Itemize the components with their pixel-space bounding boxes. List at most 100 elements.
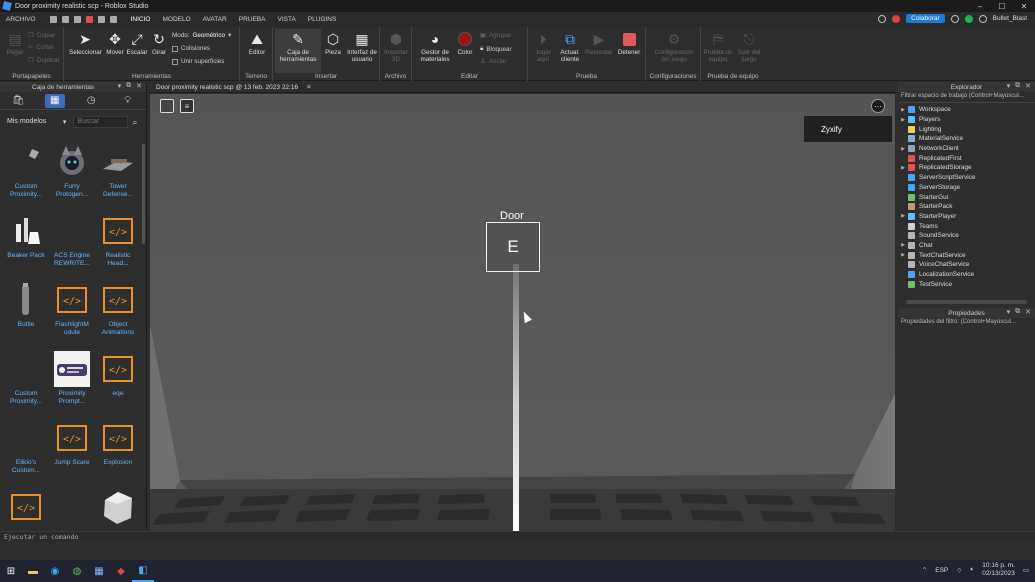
stop-icon[interactable]	[85, 16, 93, 23]
select-button[interactable]: ➤ Seleccionar	[69, 31, 102, 57]
explorer-item[interactable]: TestService	[898, 279, 1035, 289]
resume-button[interactable]: ▶ Reanudar	[584, 31, 614, 57]
menu-archivo[interactable]: ARCHIVO	[0, 12, 42, 27]
explorer-item[interactable]: Teams	[898, 221, 1035, 231]
toolbox-item[interactable]: </>	[4, 488, 48, 528]
toolbox-item[interactable]: </> eqe	[96, 350, 140, 398]
toolbox-item[interactable]: Custom Proximity...	[4, 143, 48, 198]
close-icon[interactable]: ✕	[1025, 308, 1031, 316]
explorer-item[interactable]: ▶ NetworkClient	[898, 144, 1035, 154]
lock-button[interactable]: 🔒︎ Bloquear	[480, 45, 512, 53]
move-button[interactable]: ✥ Mover	[104, 31, 126, 57]
expand-arrow-icon[interactable]: ▶	[898, 146, 908, 152]
cut-button[interactable]: ✂ Cortar	[28, 44, 54, 51]
roblox-player-icon[interactable]: ◆	[110, 560, 132, 582]
tab-inicio[interactable]: INICIO	[125, 12, 157, 27]
toolbox-item[interactable]: Custom Proximity...	[4, 350, 48, 405]
clock[interactable]: 10:16 p. m. 02/13/2023	[982, 562, 1015, 578]
search-icon[interactable]: ⌕	[132, 117, 142, 127]
dropdown-icon[interactable]: ▾	[1007, 308, 1011, 316]
explorer-item[interactable]: ▶ ReplicatedStorage	[898, 163, 1035, 173]
toolbox-item[interactable]: </> Jump Scare	[50, 419, 94, 467]
explorer-item[interactable]: StarterGui	[898, 192, 1035, 202]
tab-prueba[interactable]: PRUEBA	[233, 12, 272, 27]
explorer-item[interactable]: ▶ Workspace	[898, 105, 1035, 115]
roblox-studio-taskbar-icon[interactable]: ◧	[132, 560, 154, 582]
tab-vista[interactable]: VISTA	[271, 12, 301, 27]
collisions-toggle[interactable]: Colisiones	[172, 45, 210, 52]
file-explorer-icon[interactable]: ▬	[22, 560, 44, 582]
color-button[interactable]: Color	[454, 31, 476, 56]
toolbox-item[interactable]: </> Explosion	[96, 419, 140, 467]
terrain-editor-button[interactable]: ⛰ Editor	[245, 31, 269, 57]
game-settings-button[interactable]: ⚙ Configuración del juego	[650, 31, 698, 64]
more-options-icon[interactable]: ⋯	[871, 99, 885, 113]
team-test-button[interactable]: ⛿ Prueba de equipo	[703, 31, 733, 64]
toolbox-item[interactable]	[96, 488, 140, 528]
tab-avatar[interactable]: AVATAR	[197, 12, 233, 27]
expand-arrow-icon[interactable]: ▶	[898, 107, 908, 113]
toolbox-item[interactable]: Elikio's Custom...	[4, 419, 48, 474]
stop-button[interactable]: Detener	[614, 31, 644, 56]
explorer-item[interactable]: SoundService	[898, 231, 1035, 241]
language-indicator[interactable]: ESP	[935, 567, 948, 574]
explorer-item[interactable]: ServerScriptService	[898, 173, 1035, 183]
publish-icon[interactable]	[73, 16, 81, 23]
join-surfaces-toggle[interactable]: Unir superficies	[172, 58, 224, 65]
save-icon[interactable]	[49, 16, 57, 23]
toolbox-item[interactable]: Beaker Pack	[4, 212, 48, 260]
dropdown-icon[interactable]: ▾	[118, 82, 122, 90]
collaborate-button[interactable]: Colaborar	[906, 14, 945, 23]
notification-icon[interactable]	[892, 14, 901, 23]
properties-filter-input[interactable]: Propiedades del filtro: (Control+Mayúscu…	[898, 318, 1035, 329]
float-icon[interactable]: ⧉	[1015, 308, 1020, 316]
toolbox-button[interactable]: ✎ Caja de herramientas	[275, 29, 321, 73]
toolbox-item[interactable]: </> Object Animations	[96, 281, 140, 336]
scale-button[interactable]: ⤢ Escalar	[126, 31, 148, 57]
undo-icon[interactable]	[97, 16, 105, 23]
username[interactable]: Bullet_Blast	[993, 15, 1027, 22]
help-icon[interactable]	[878, 14, 887, 23]
material-manager-button[interactable]: ◕ Gestor de materiales	[416, 31, 454, 64]
share-icon[interactable]	[978, 14, 987, 23]
explorer-item[interactable]: Lighting	[898, 124, 1035, 134]
float-icon[interactable]: ⧉	[126, 82, 131, 90]
part-button[interactable]: ⬡ Pieza	[323, 31, 343, 57]
expand-arrow-icon[interactable]: ▶	[898, 213, 908, 219]
explorer-item[interactable]: ▶ TextChatService	[898, 250, 1035, 260]
toolbox-item[interactable]: Tower Defense...	[96, 143, 140, 198]
expand-arrow-icon[interactable]: ▶	[898, 165, 908, 171]
view-selector-icon[interactable]	[160, 99, 174, 113]
rotate-button[interactable]: ↻ Girar	[148, 31, 170, 57]
anchor-button[interactable]: ⚓︎ Anclar	[480, 58, 507, 65]
explorer-item[interactable]: ReplicatedFirst	[898, 153, 1035, 163]
category-dropdown[interactable]: Mis modelos ▾	[4, 115, 70, 128]
expand-arrow-icon[interactable]: ▶	[898, 242, 908, 248]
marketplace-tab-icon[interactable]: 🛍︎	[8, 94, 28, 108]
chrome-icon[interactable]: ◍	[66, 560, 88, 582]
float-icon[interactable]: ⧉	[1015, 82, 1020, 90]
toolbox-item[interactable]: Proximity Prompt...	[50, 350, 94, 405]
mode-select[interactable]: Modo: Geométrico ▾	[172, 32, 231, 39]
maximize-button[interactable]: ☐	[991, 0, 1013, 12]
close-window-button[interactable]: ✕	[1013, 0, 1035, 12]
3d-viewport[interactable]: ≡ ⋯ Zyxify Door E	[150, 94, 895, 531]
explorer-item[interactable]: ServerStorage	[898, 183, 1035, 193]
creations-tab-icon[interactable]: 💡︎	[118, 94, 138, 108]
volume-icon[interactable]: 🔈︎	[970, 566, 974, 574]
command-bar[interactable]: Ejecutar un comando	[0, 531, 1035, 542]
play-here-button[interactable]: ⏵ Jugar aquí	[530, 31, 556, 64]
explorer-item[interactable]: LocalizationService	[898, 270, 1035, 280]
proximity-prompt[interactable]: E	[486, 222, 540, 272]
calculator-icon[interactable]: ▦	[88, 560, 110, 582]
tab-plugins[interactable]: PLUGINS	[302, 12, 343, 27]
document-tab[interactable]: Door proximity realistic scp @ 13 feb. 2…	[150, 82, 895, 93]
recent-tab-icon[interactable]: ◷	[81, 94, 101, 108]
refresh-client-button[interactable]: ⧉ Actual. cliente	[556, 31, 584, 64]
info-icon[interactable]	[950, 14, 959, 23]
explorer-item[interactable]: ▶ Players	[898, 115, 1035, 125]
expand-arrow-icon[interactable]: ▶	[898, 117, 908, 123]
duplicate-button[interactable]: ❐ Duplicar	[28, 57, 60, 64]
toolbox-item[interactable]: </> FlashlightM odule	[50, 281, 94, 336]
close-icon[interactable]: ✕	[1025, 82, 1031, 90]
